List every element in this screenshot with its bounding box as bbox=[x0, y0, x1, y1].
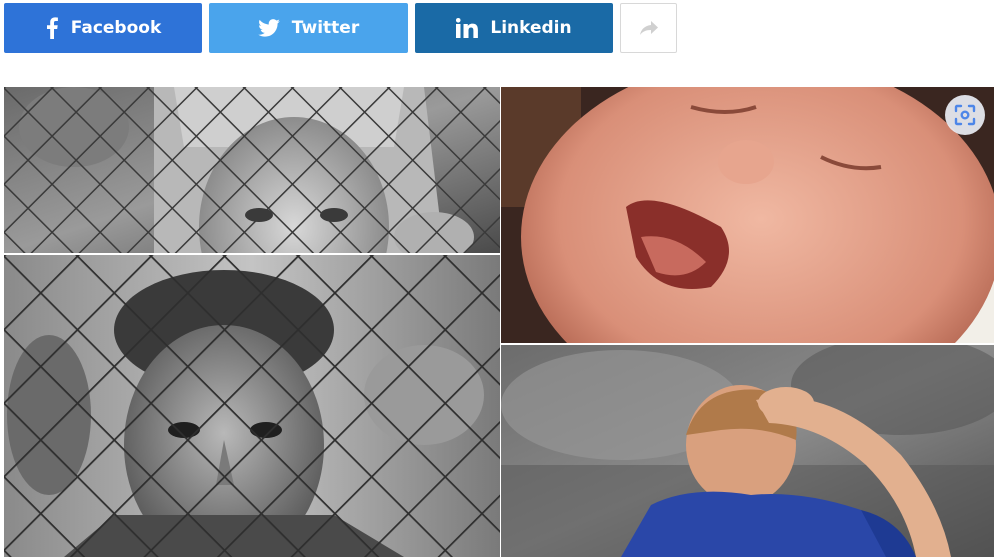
photo-boy-behind-fence bbox=[4, 255, 500, 557]
image-collage bbox=[0, 87, 994, 557]
linkedin-share-button[interactable]: Linkedin bbox=[415, 3, 613, 53]
more-share-button[interactable] bbox=[620, 3, 677, 53]
facebook-share-button[interactable]: Facebook bbox=[4, 3, 202, 53]
photo-child-holding-head bbox=[501, 345, 994, 557]
linkedin-icon bbox=[456, 18, 479, 38]
twitter-share-button[interactable]: Twitter bbox=[209, 3, 408, 53]
photo-girl-behind-fence bbox=[4, 87, 500, 253]
facebook-label: Facebook bbox=[70, 18, 162, 38]
twitter-icon bbox=[257, 19, 280, 37]
linkedin-label: Linkedin bbox=[490, 18, 572, 38]
facebook-icon bbox=[45, 17, 59, 39]
twitter-label: Twitter bbox=[291, 18, 360, 38]
visual-search-icon bbox=[953, 103, 977, 127]
visual-search-button[interactable] bbox=[945, 95, 985, 135]
photo-crying-baby bbox=[501, 87, 994, 343]
share-arrow-icon bbox=[639, 20, 659, 36]
share-bar: Facebook Twitter Linkedin bbox=[0, 0, 994, 60]
